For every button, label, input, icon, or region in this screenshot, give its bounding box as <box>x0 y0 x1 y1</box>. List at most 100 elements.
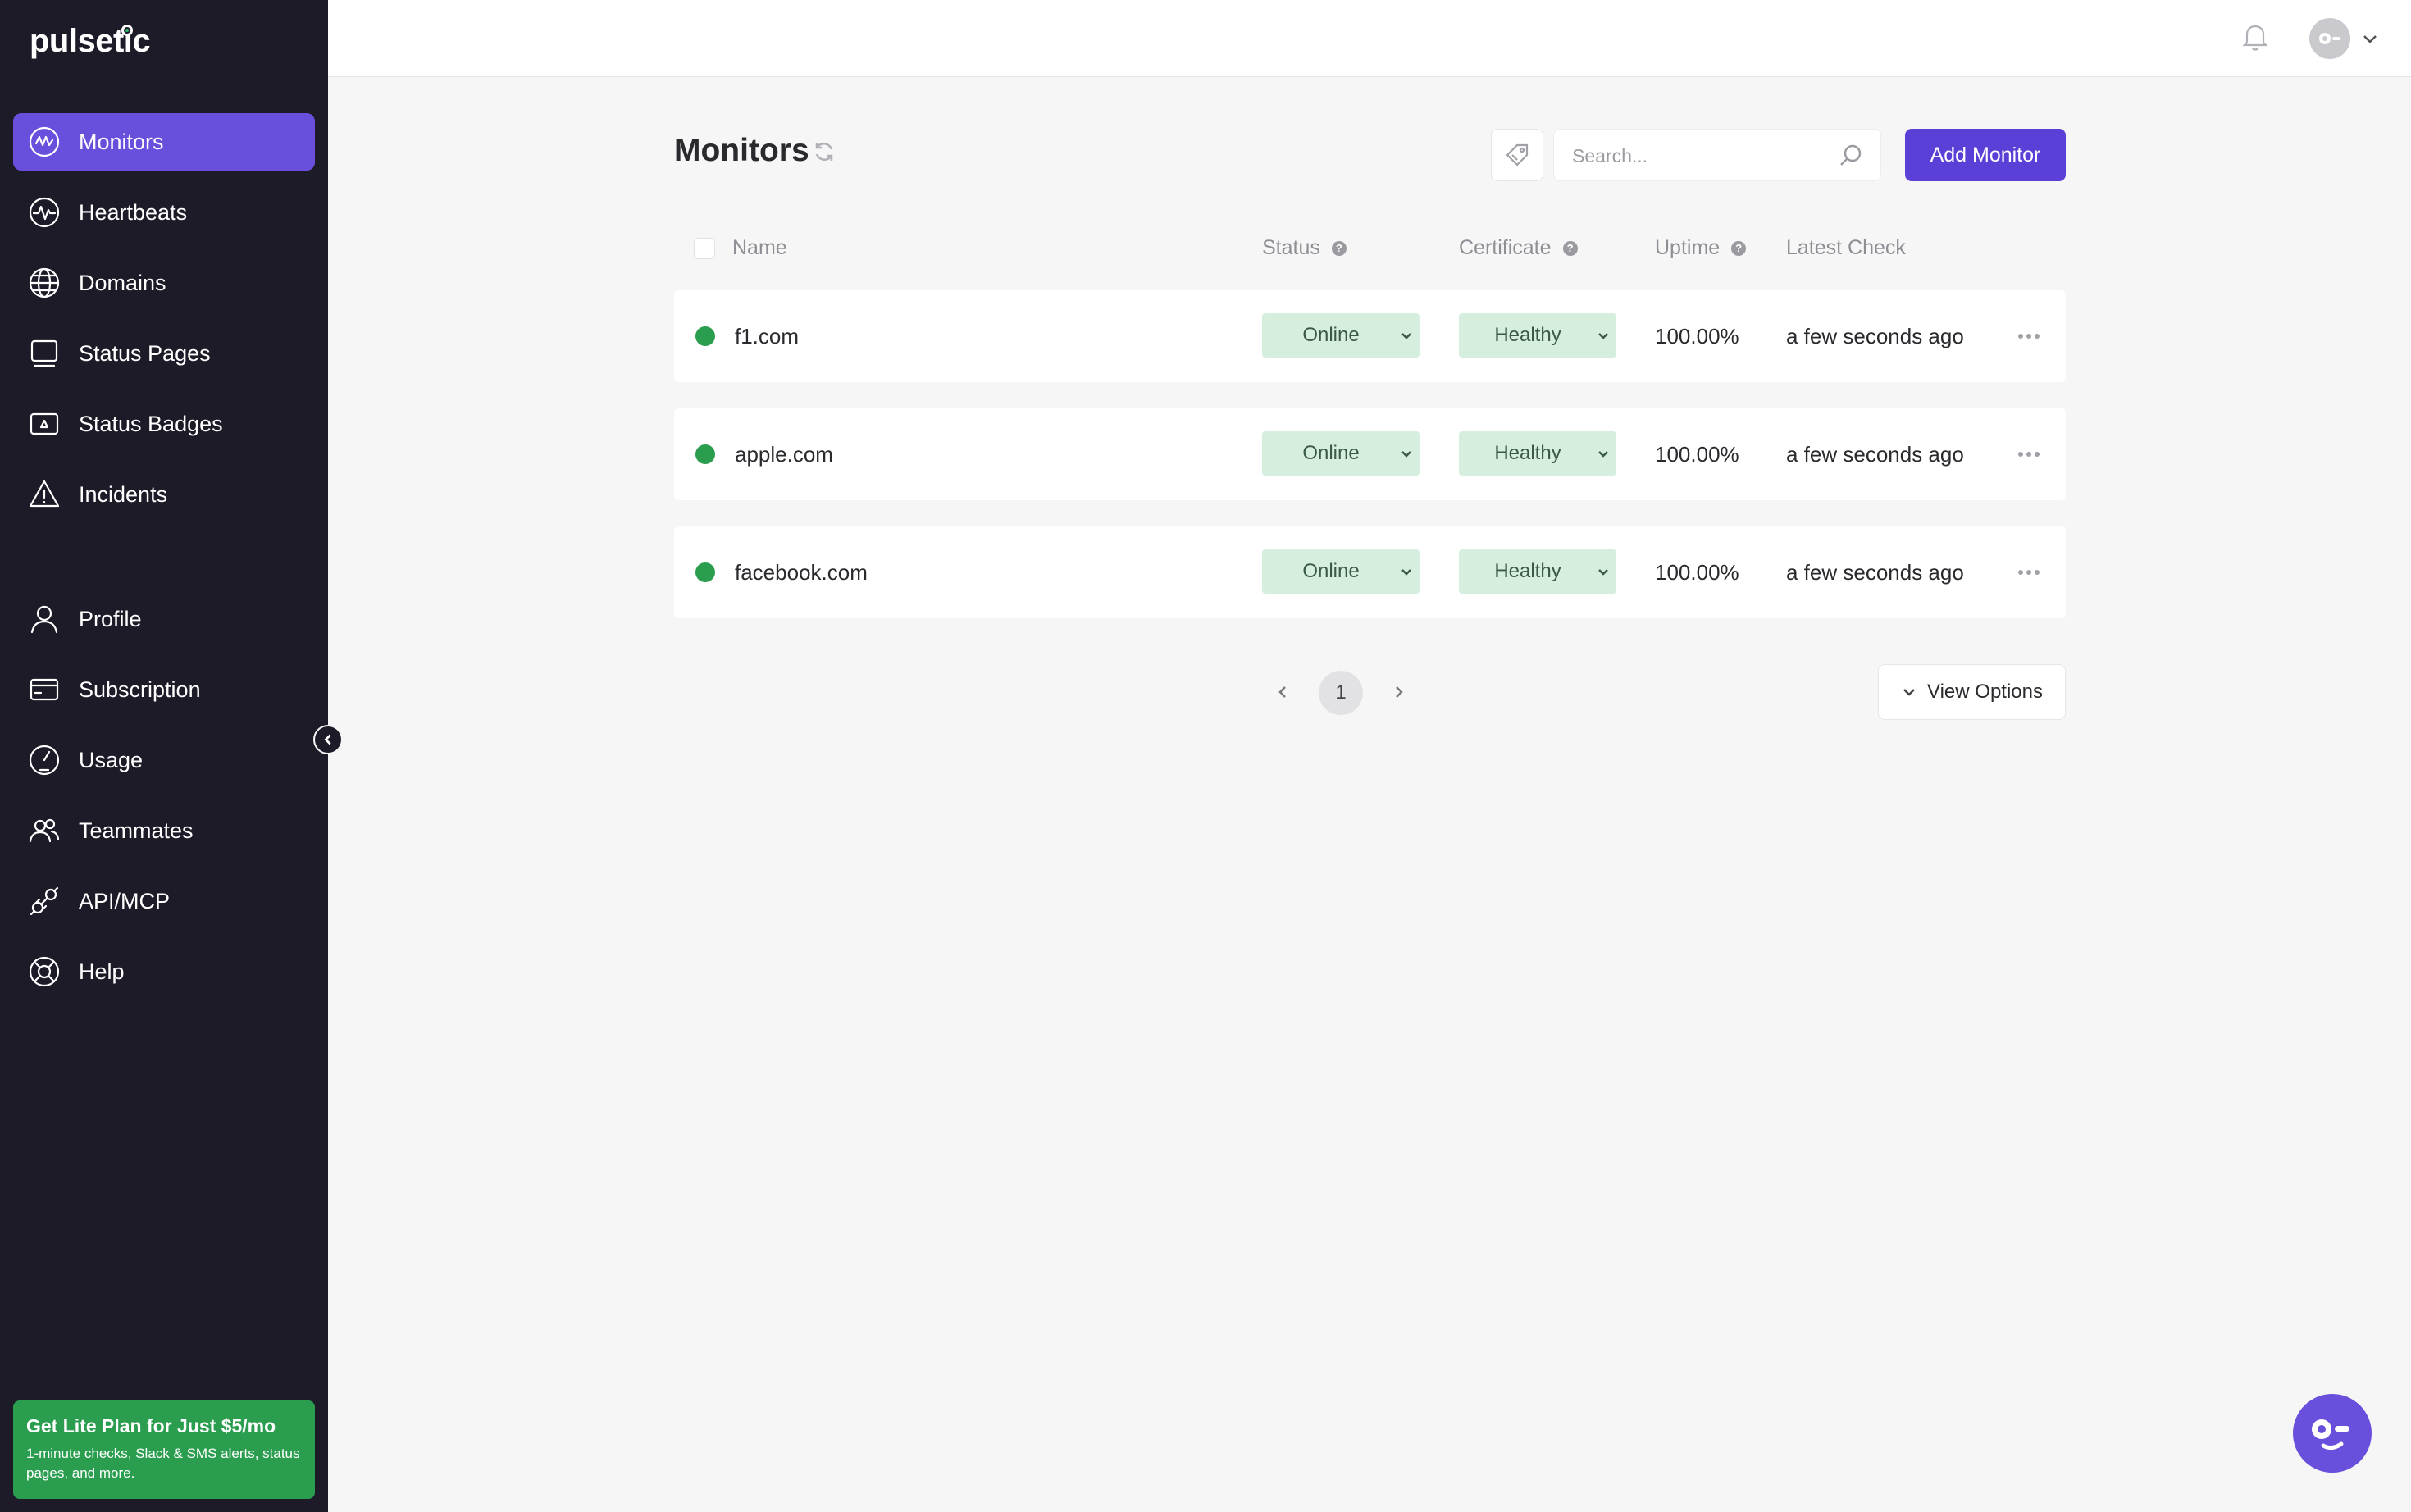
certificate-dropdown[interactable]: Healthy <box>1459 313 1616 358</box>
refresh-icon <box>815 142 833 162</box>
table-row[interactable]: facebook.com Online Healthy 100.00% a fe… <box>674 526 2066 618</box>
sidebar-item-label: Incidents <box>79 481 168 507</box>
monitor-name[interactable]: f1.com <box>735 324 799 349</box>
help-icon[interactable]: ? <box>1562 240 1578 256</box>
badge-icon <box>26 406 62 442</box>
chevron-down-icon <box>1397 444 1416 463</box>
previous-page-button[interactable] <box>1268 677 1297 707</box>
status-value: Online <box>1302 560 1360 582</box>
upgrade-promo[interactable]: Get Lite Plan for Just $5/mo 1-minute ch… <box>13 1400 315 1499</box>
sidebar-item-profile[interactable]: Profile <box>13 590 315 648</box>
avatar-face-icon <box>2319 33 2340 44</box>
uptime-value: 100.00% <box>1655 324 1739 348</box>
column-label: Name <box>732 236 787 259</box>
sidebar-item-monitors[interactable]: Monitors <box>13 113 315 171</box>
sidebar-item-heartbeats[interactable]: Heartbeats <box>13 184 315 241</box>
sidebar-item-label: Status Badges <box>79 411 223 436</box>
certificate-value: Healthy <box>1494 560 1561 582</box>
sidebar-item-domains[interactable]: Domains <box>13 254 315 312</box>
sidebar-item-label: Domains <box>79 270 166 295</box>
promo-text: 1-minute checks, Slack & SMS alerts, sta… <box>26 1446 300 1481</box>
column-header-uptime[interactable]: Uptime ? <box>1655 236 1747 260</box>
sidebar-item-subscription[interactable]: Subscription <box>13 661 315 718</box>
sidebar-item-status-badges[interactable]: Status Badges <box>13 395 315 453</box>
sidebar-item-status-pages[interactable]: Status Pages <box>13 325 315 382</box>
add-monitor-button[interactable]: Add Monitor <box>1905 129 2066 181</box>
monitor-name[interactable]: apple.com <box>735 442 833 467</box>
view-options-button[interactable]: View Options <box>1878 664 2066 720</box>
sidebar-item-api-mcp[interactable]: API/MCP <box>13 872 315 930</box>
sidebar-item-label: Usage <box>79 747 144 772</box>
gauge-icon <box>26 742 62 778</box>
chevron-down-icon <box>1593 444 1613 463</box>
search-box <box>1553 129 1881 181</box>
avatar <box>2309 18 2350 59</box>
help-icon[interactable]: ? <box>1331 240 1347 256</box>
chevron-down-icon <box>1397 562 1416 581</box>
sidebar-item-label: Teammates <box>79 817 194 843</box>
sidebar-item-help[interactable]: Help <box>13 943 315 1000</box>
certificate-value: Healthy <box>1494 324 1561 346</box>
collapse-sidebar-button[interactable] <box>313 725 343 754</box>
heartbeat-icon <box>26 194 62 230</box>
column-label: Uptime <box>1655 236 1721 259</box>
chevron-right-icon <box>1396 686 1403 698</box>
user-icon <box>26 601 62 637</box>
column-label: Status <box>1262 236 1320 259</box>
more-options-icon[interactable] <box>2012 558 2045 587</box>
help-icon[interactable]: ? <box>1731 240 1747 256</box>
sidebar: pulsetic Monitors Heartbeats Domains Sta… <box>0 0 328 1512</box>
column-label: Certificate <box>1459 236 1552 259</box>
sidebar-item-label: Status Pages <box>79 340 211 366</box>
status-dropdown[interactable]: Online <box>1262 313 1420 358</box>
chevron-down-icon <box>1903 689 1915 696</box>
chevron-down-icon <box>1593 326 1613 345</box>
more-options-icon[interactable] <box>2012 321 2045 351</box>
chevron-left-icon <box>1278 686 1286 698</box>
status-dot <box>695 326 715 346</box>
sidebar-item-usage[interactable]: Usage <box>13 731 315 789</box>
tag-icon <box>1506 143 1529 166</box>
status-value: Online <box>1302 442 1360 464</box>
monitor-name[interactable]: facebook.com <box>735 560 868 585</box>
status-dot <box>695 444 715 464</box>
uptime-value: 100.00% <box>1655 442 1739 467</box>
chevron-down-icon <box>2360 29 2380 48</box>
search-input[interactable] <box>1572 141 1834 171</box>
search-icon[interactable] <box>1838 143 1864 169</box>
chat-widget-button[interactable] <box>2293 1394 2372 1473</box>
latest-check-value: a few seconds ago <box>1786 324 1964 348</box>
column-header-name[interactable]: Name <box>732 236 787 260</box>
sidebar-item-label: Profile <box>79 606 142 631</box>
column-label: Latest Check <box>1786 236 1906 259</box>
certificate-value: Healthy <box>1494 442 1561 464</box>
topbar <box>328 0 2411 77</box>
chevron-left-icon <box>324 734 331 745</box>
status-dropdown[interactable]: Online <box>1262 431 1420 476</box>
refresh-button[interactable] <box>812 139 836 164</box>
screen-icon <box>26 335 62 371</box>
uptime-value: 100.00% <box>1655 560 1739 585</box>
more-options-icon[interactable] <box>2012 439 2045 469</box>
notifications-button[interactable] <box>2239 20 2275 56</box>
user-menu[interactable] <box>2309 18 2380 59</box>
chevron-down-icon <box>1397 326 1416 345</box>
sidebar-item-teammates[interactable]: Teammates <box>13 802 315 859</box>
team-icon <box>26 813 62 849</box>
page-number-button[interactable]: 1 <box>1319 671 1363 715</box>
sidebar-item-incidents[interactable]: Incidents <box>13 466 315 523</box>
table-row[interactable]: apple.com Online Healthy 100.00% a few s… <box>674 408 2066 500</box>
status-dropdown[interactable]: Online <box>1262 549 1420 594</box>
column-header-latest-check[interactable]: Latest Check <box>1786 236 1906 260</box>
tags-filter-button[interactable] <box>1491 129 1543 181</box>
chat-face-icon <box>2312 1419 2349 1451</box>
column-header-status[interactable]: Status ? <box>1262 236 1347 260</box>
sidebar-item-label: Heartbeats <box>79 199 188 225</box>
certificate-dropdown[interactable]: Healthy <box>1459 431 1616 476</box>
latest-check-value: a few seconds ago <box>1786 442 1964 467</box>
select-all-checkbox[interactable] <box>694 238 715 259</box>
certificate-dropdown[interactable]: Healthy <box>1459 549 1616 594</box>
column-header-certificate[interactable]: Certificate ? <box>1459 236 1578 260</box>
table-row[interactable]: f1.com Online Healthy 100.00% a few seco… <box>674 290 2066 382</box>
next-page-button[interactable] <box>1384 677 1414 707</box>
